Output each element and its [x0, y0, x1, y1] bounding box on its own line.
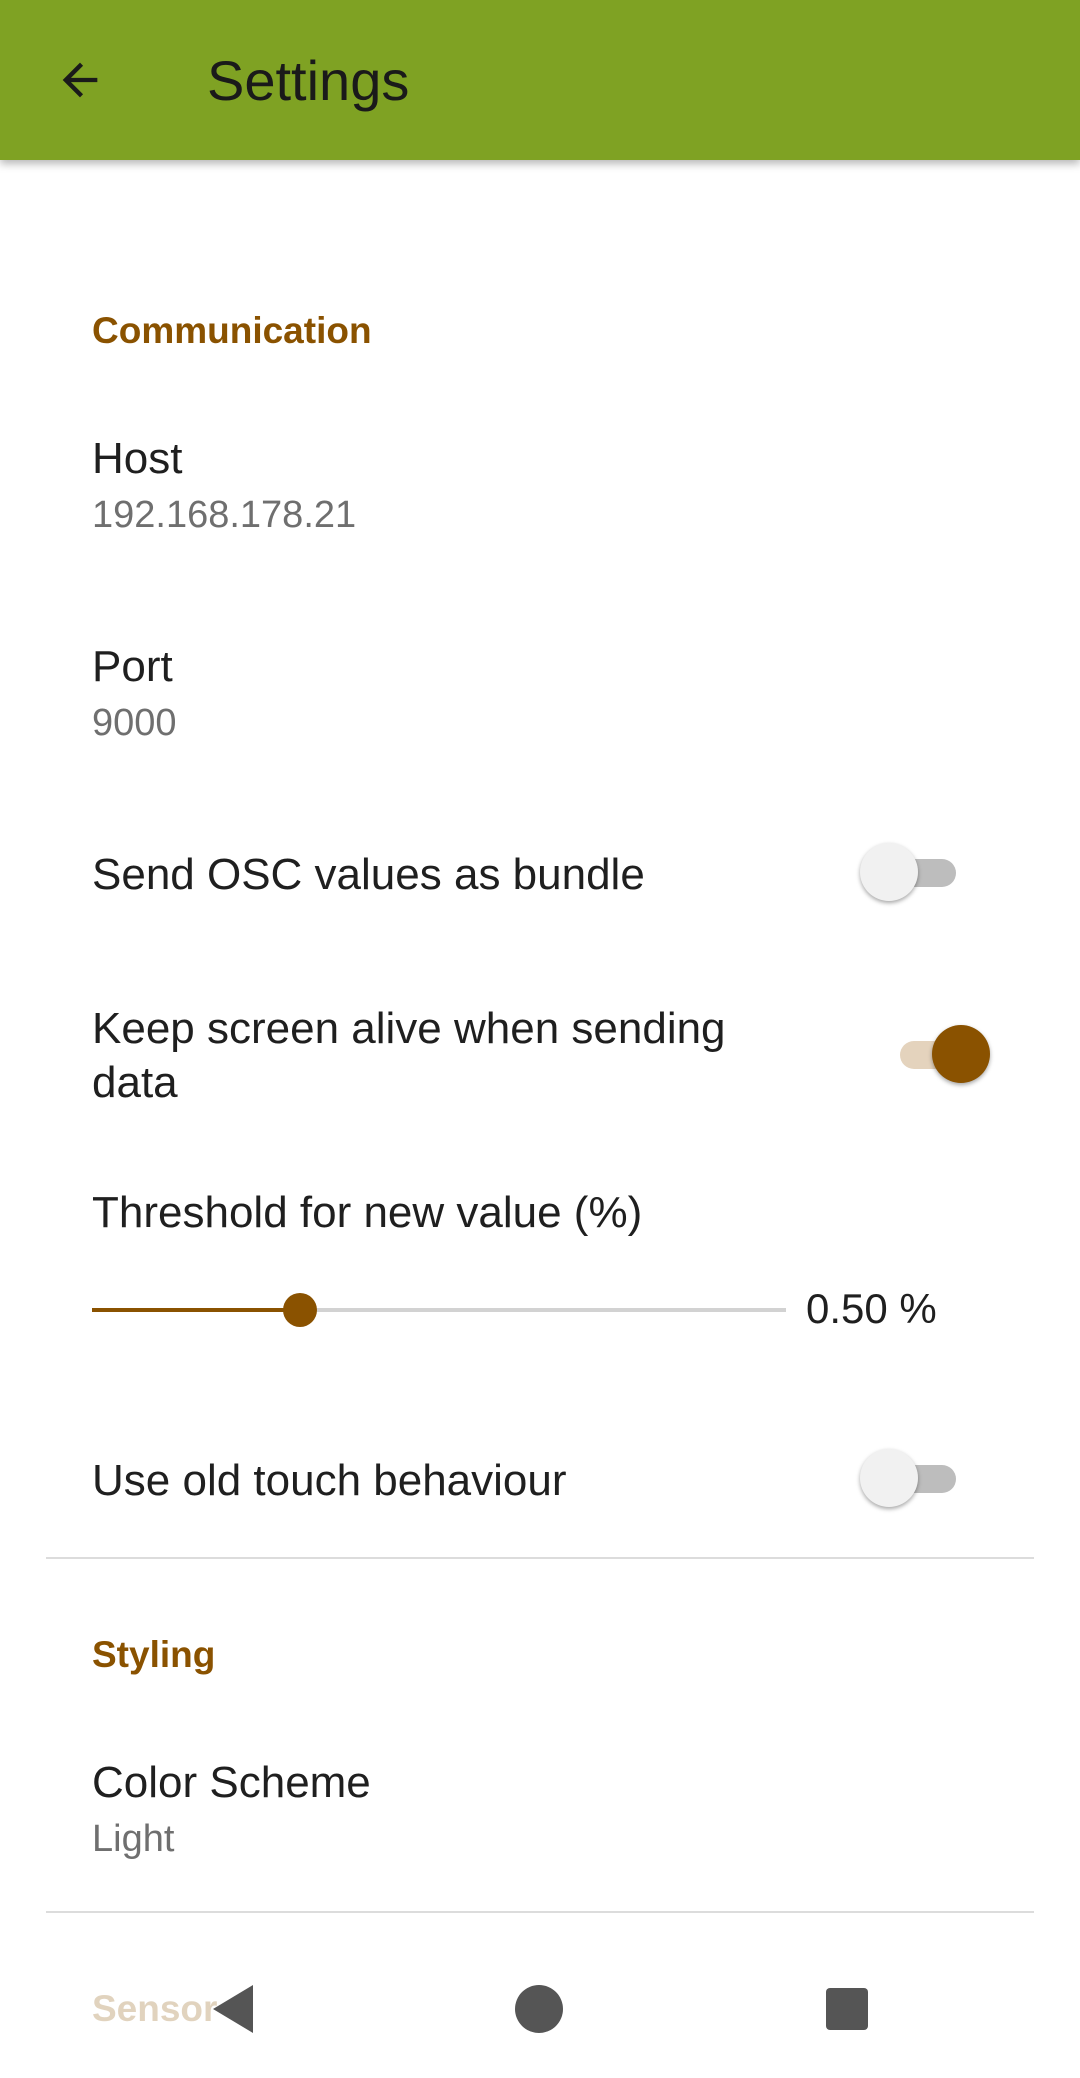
old-touch-switch[interactable] [860, 1444, 970, 1514]
pref-host-title: Host [92, 434, 183, 483]
pref-keep-alive-title-line2: data [92, 1058, 178, 1107]
keep-alive-switch[interactable] [880, 1020, 990, 1090]
pref-threshold-title: Threshold for new value (%) [92, 1188, 643, 1237]
app-bar: Settings [0, 0, 1080, 160]
arrow-back-icon [62, 62, 98, 98]
pref-color-scheme-title: Color Scheme [92, 1758, 371, 1807]
switch-thumb [860, 843, 918, 901]
page-title: Settings [207, 49, 410, 112]
pref-host-value: 192.168.178.21 [92, 494, 357, 536]
pref-port-value: 9000 [92, 702, 177, 744]
nav-back-button[interactable] [188, 1964, 278, 2054]
pref-color-scheme-value: Light [92, 1818, 175, 1860]
pref-old-touch-title: Use old touch behaviour [92, 1456, 567, 1505]
pref-bundle-title: Send OSC values as bundle [92, 850, 645, 899]
bundle-switch[interactable] [860, 838, 970, 908]
slider-fill [92, 1308, 301, 1312]
nav-home-icon [515, 1985, 563, 2033]
switch-thumb [932, 1025, 990, 1083]
nav-home-button[interactable] [494, 1964, 584, 2054]
threshold-slider[interactable] [92, 1290, 786, 1330]
section-header-styling: Styling [92, 1634, 216, 1675]
switch-thumb [860, 1449, 918, 1507]
nav-back-icon [213, 1985, 253, 2033]
section-header-communication: Communication [92, 310, 372, 351]
nav-recents-button[interactable] [802, 1964, 892, 2054]
section-divider [46, 1911, 1034, 1913]
section-divider [46, 1557, 1034, 1559]
pref-port-title: Port [92, 642, 173, 691]
nav-recents-icon [826, 1988, 868, 2030]
back-button[interactable] [40, 40, 120, 120]
slider-thumb[interactable] [283, 1293, 318, 1327]
system-nav-bar [0, 1940, 1080, 2078]
threshold-value: 0.50 % [806, 1285, 937, 1332]
pref-keep-alive-title-line1: Keep screen alive when sending [92, 1004, 726, 1053]
